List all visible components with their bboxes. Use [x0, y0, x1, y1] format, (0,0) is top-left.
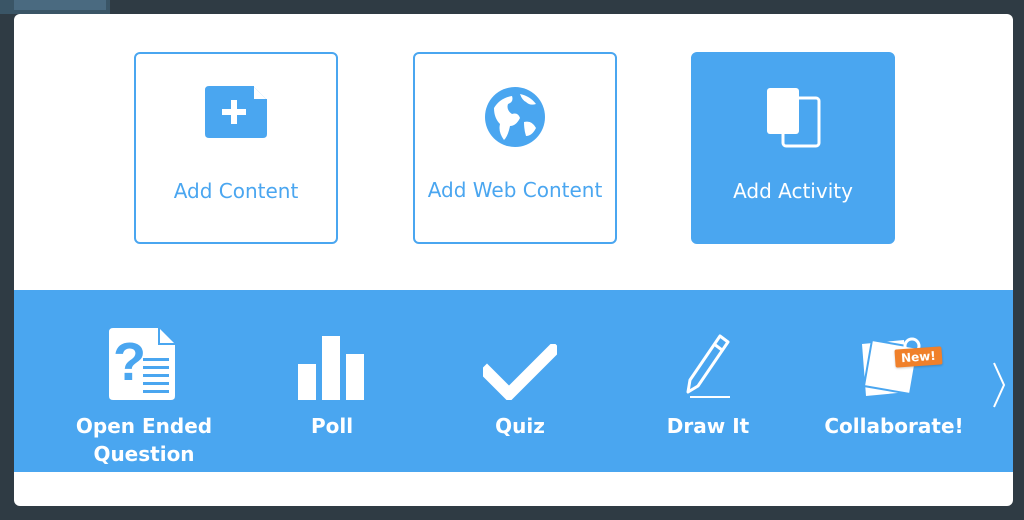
draw-it-button[interactable]: Draw It	[623, 318, 793, 463]
pinned-notes-icon	[809, 318, 979, 400]
add-content-label: Add Content	[173, 179, 299, 203]
open-ended-question-button[interactable]: ? Open Ended Question	[59, 318, 229, 466]
globe-icon	[415, 86, 615, 158]
background-app-tab	[14, 0, 106, 10]
add-file-icon	[136, 86, 336, 158]
collaborate-label: Collaborate!	[824, 414, 964, 438]
pencil-icon	[623, 318, 793, 400]
quiz-button[interactable]: Quiz	[435, 318, 605, 463]
quiz-label: Quiz	[495, 414, 545, 438]
new-badge: New!	[894, 346, 943, 368]
poll-button[interactable]: Poll	[247, 318, 417, 463]
activity-toolbar: ? Open Ended Question Poll Quiz Draw It …	[14, 290, 1013, 472]
chevron-right-icon	[993, 362, 1006, 408]
add-modal: Add Content Add Web Content Add Activity	[14, 14, 1013, 506]
open-ended-question-label: Open Ended Question	[75, 414, 213, 466]
add-activity-label: Add Activity	[733, 179, 853, 203]
question-document-icon: ?	[59, 318, 229, 400]
collaborate-button[interactable]: New! Collaborate!	[809, 318, 979, 463]
add-web-content-label: Add Web Content	[427, 178, 603, 202]
svg-text:?: ?	[113, 332, 146, 392]
add-content-card[interactable]: Add Content	[134, 52, 338, 244]
activity-pages-icon	[693, 86, 893, 158]
checkmark-icon	[435, 318, 605, 400]
poll-label: Poll	[310, 414, 354, 438]
add-activity-card[interactable]: Add Activity	[691, 52, 895, 244]
draw-it-label: Draw It	[666, 414, 750, 438]
next-arrow-button[interactable]	[989, 360, 1009, 410]
add-web-content-card[interactable]: Add Web Content	[413, 52, 617, 244]
bar-chart-icon	[247, 318, 417, 400]
